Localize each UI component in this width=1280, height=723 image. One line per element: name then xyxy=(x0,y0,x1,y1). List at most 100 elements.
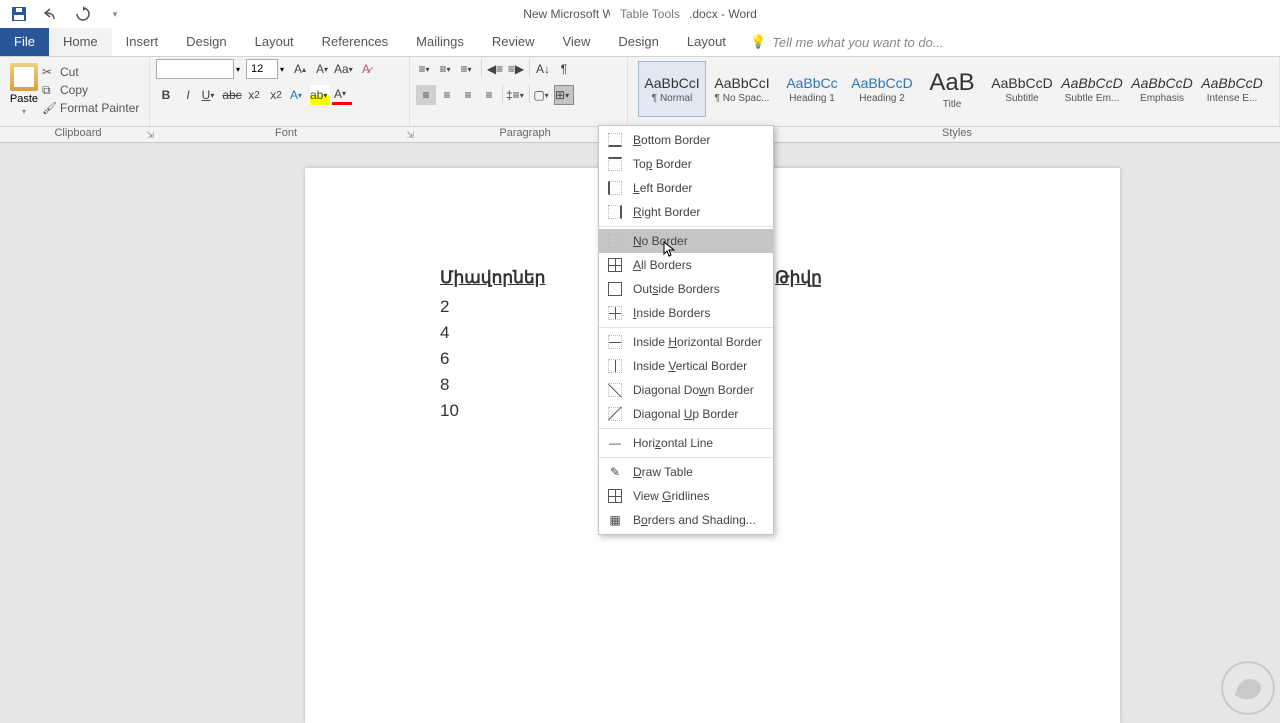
borders-button[interactable]: ⊞▾ xyxy=(554,85,574,105)
highlight-button[interactable]: ab▾ xyxy=(310,85,330,105)
styles-gallery[interactable]: AaBbCcI¶ NormalAaBbCcI¶ No Spac...AaBbCc… xyxy=(634,59,1273,119)
menu-borders-and-shading[interactable]: ▦Borders and Shading... xyxy=(599,508,773,532)
subscript-button[interactable]: x2 xyxy=(244,85,264,105)
style-preview: AaBbCcD xyxy=(991,75,1052,91)
borders-shading-icon: ▦ xyxy=(607,512,623,528)
style-item[interactable]: AaBbCcD Subtitle xyxy=(988,61,1056,117)
redo-icon[interactable] xyxy=(74,5,92,23)
show-marks-button[interactable]: ¶ xyxy=(554,59,574,79)
menu-view-gridlines[interactable]: View Gridlines xyxy=(599,484,773,508)
font-name-input[interactable] xyxy=(156,59,234,79)
format-painter-button[interactable]: 🖌Format Painter xyxy=(42,101,139,115)
grow-font-button[interactable]: A▴ xyxy=(290,59,310,79)
style-name-label: Subtitle xyxy=(1005,93,1038,104)
font-color-button[interactable]: A▾ xyxy=(332,85,352,105)
top-border-icon xyxy=(607,156,623,172)
menu-no-border[interactable]: No Border xyxy=(599,229,773,253)
menu-inside-vertical-border[interactable]: Inside Vertical Border xyxy=(599,354,773,378)
superscript-button[interactable]: x2 xyxy=(266,85,286,105)
line-spacing-button[interactable]: ‡≡▾ xyxy=(506,85,526,105)
tab-references[interactable]: References xyxy=(308,28,402,56)
tab-review[interactable]: Review xyxy=(478,28,549,56)
ribbon: Paste ▾ ✂Cut ⧉Copy 🖌Format Painter ▾ ▾ A… xyxy=(0,57,1280,127)
shrink-font-button[interactable]: A▾ xyxy=(312,59,332,79)
multilevel-list-button[interactable]: ≡▾ xyxy=(458,59,478,79)
numbering-button[interactable]: ≡▾ xyxy=(437,59,457,79)
style-item[interactable]: AaBbCcDSubtle Em... xyxy=(1058,61,1126,117)
outside-borders-icon xyxy=(607,281,623,297)
paste-button[interactable]: Paste ▾ xyxy=(6,63,42,116)
style-preview: AaBbCcI xyxy=(644,75,699,91)
copy-button[interactable]: ⧉Copy xyxy=(42,83,139,97)
undo-icon[interactable] xyxy=(42,5,60,23)
menu-outside-borders[interactable]: Outside Borders xyxy=(599,277,773,301)
tab-mailings[interactable]: Mailings xyxy=(402,28,478,56)
bullets-button[interactable]: ≡▾ xyxy=(416,59,436,79)
paste-icon xyxy=(10,63,38,91)
sort-button[interactable]: A↓ xyxy=(533,59,553,79)
decrease-indent-button[interactable]: ◀≡ xyxy=(485,59,505,79)
menu-left-border[interactable]: Left Border xyxy=(599,176,773,200)
right-border-icon xyxy=(607,204,623,220)
increase-indent-button[interactable]: ≡▶ xyxy=(506,59,526,79)
tab-home[interactable]: Home xyxy=(49,28,112,56)
strikethrough-button[interactable]: abc xyxy=(222,85,242,105)
menu-inside-borders[interactable]: Inside Borders xyxy=(599,301,773,325)
qat-customize-icon[interactable]: ▾ xyxy=(106,5,124,23)
menu-bottom-border[interactable]: BBottom Borderottom Border xyxy=(599,128,773,152)
change-case-button[interactable]: Aa▾ xyxy=(334,59,354,79)
align-left-button[interactable]: ≡ xyxy=(416,85,436,105)
cut-button[interactable]: ✂Cut xyxy=(42,65,139,79)
style-item[interactable]: AaBbCcI ¶ Normal xyxy=(638,61,706,117)
tab-table-design[interactable]: Design xyxy=(604,28,672,56)
no-border-icon xyxy=(607,233,623,249)
tell-me-search[interactable]: 💡 Tell me what you want to do... xyxy=(740,28,1280,56)
justify-button[interactable]: ≡ xyxy=(479,85,499,105)
style-name-label: ¶ Normal xyxy=(652,93,692,104)
save-icon[interactable] xyxy=(10,5,28,23)
clipboard-launcher-icon[interactable]: ⇲ xyxy=(146,130,154,141)
menu-all-borders[interactable]: All Borders xyxy=(599,253,773,277)
clear-formatting-button[interactable]: A̷ xyxy=(356,59,376,79)
menu-diagonal-up-border[interactable]: Diagonal Up Border xyxy=(599,402,773,426)
style-name-label: Heading 2 xyxy=(859,93,905,104)
menu-diagonal-down-border[interactable]: Diagonal Down Border xyxy=(599,378,773,402)
tab-insert[interactable]: Insert xyxy=(112,28,173,56)
menu-horizontal-line[interactable]: —Horizontal Line xyxy=(599,431,773,455)
align-right-button[interactable]: ≡ xyxy=(458,85,478,105)
tab-file[interactable]: File xyxy=(0,28,49,56)
italic-button[interactable]: I xyxy=(178,85,198,105)
style-preview: AaBbCc xyxy=(786,75,837,91)
left-border-icon xyxy=(607,180,623,196)
font-group-label: Font⇲ xyxy=(156,127,416,142)
tab-view[interactable]: View xyxy=(548,28,604,56)
style-preview: AaBbCcD xyxy=(1131,75,1192,91)
clipboard-group-label: Clipboard⇲ xyxy=(0,127,156,142)
tab-design[interactable]: Design xyxy=(172,28,240,56)
align-center-button[interactable]: ≡ xyxy=(437,85,457,105)
style-item[interactable]: AaBbCcDHeading 2 xyxy=(848,61,916,117)
horizontal-line-icon: — xyxy=(607,435,623,451)
group-clipboard: Paste ▾ ✂Cut ⧉Copy 🖌Format Painter xyxy=(0,57,150,126)
font-launcher-icon[interactable]: ⇲ xyxy=(406,130,414,141)
shading-button[interactable]: ▢▾ xyxy=(533,85,553,105)
style-item[interactable]: AaBbCcHeading 1 xyxy=(778,61,846,117)
menu-inside-horizontal-border[interactable]: Inside Horizontal Border xyxy=(599,330,773,354)
style-item[interactable]: AaBTitle xyxy=(918,61,986,117)
menu-right-border[interactable]: Right Border xyxy=(599,200,773,224)
menu-top-border[interactable]: Top Border xyxy=(599,152,773,176)
diagonal-down-border-icon xyxy=(607,382,623,398)
style-item[interactable]: AaBbCcI¶ No Spac... xyxy=(708,61,776,117)
draw-table-icon: ✎ xyxy=(607,464,623,480)
titlebar: ▾ New Microsoft Word Document.docx - Wor… xyxy=(0,0,1280,28)
tab-table-layout[interactable]: Layout xyxy=(673,28,740,56)
text-effects-button[interactable]: A▾ xyxy=(288,85,308,105)
font-size-input[interactable] xyxy=(246,59,278,79)
group-paragraph: ≡▾ ≡▾ ≡▾ ◀≡ ≡▶ A↓ ¶ ≡ ≡ ≡ ≡ ‡≡▾ ▢▾ ⊞▾ xyxy=(410,57,628,126)
bold-button[interactable]: B xyxy=(156,85,176,105)
style-item[interactable]: AaBbCcDIntense E... xyxy=(1198,61,1266,117)
underline-button[interactable]: U▾ xyxy=(200,85,220,105)
style-item[interactable]: AaBbCcDEmphasis xyxy=(1128,61,1196,117)
menu-draw-table[interactable]: ✎Draw Table xyxy=(599,460,773,484)
tab-layout[interactable]: Layout xyxy=(241,28,308,56)
